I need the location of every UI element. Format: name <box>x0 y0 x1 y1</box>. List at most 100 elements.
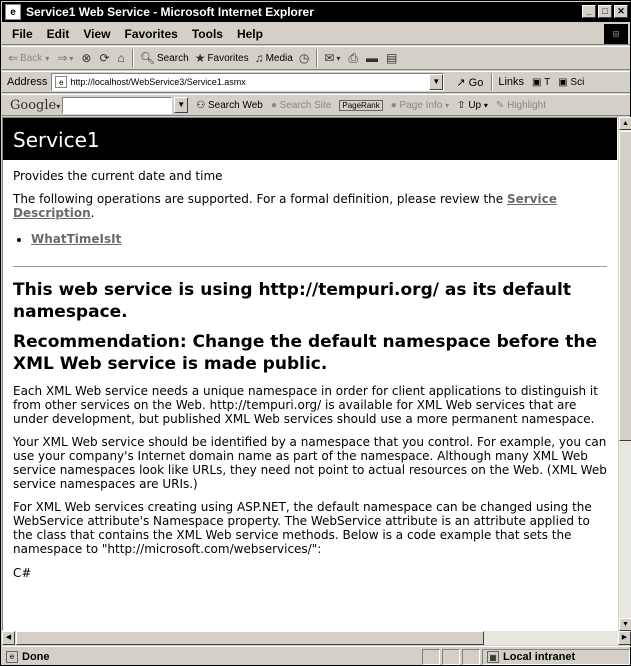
go-label: Go <box>468 76 484 89</box>
refresh-button[interactable]: ⟳ <box>99 48 111 68</box>
forward-arrow-icon: ⇒ <box>57 51 68 65</box>
address-url: http://localhost/WebService3/Service1.as… <box>70 77 246 87</box>
history-button[interactable]: ◷ <box>299 48 311 68</box>
intranet-icon: ▦ <box>487 651 499 663</box>
back-label: Back <box>20 52 43 64</box>
scroll-up-icon[interactable]: ▲ <box>619 117 631 130</box>
address-input[interactable]: e http://localhost/WebService3/Service1.… <box>51 73 445 91</box>
scroll-right-icon[interactable]: ▶ <box>618 631 631 645</box>
namespace-paragraph-3: For XML Web services creating using ASP.… <box>13 500 592 556</box>
ie-icon: e <box>5 4 21 20</box>
search-button[interactable]: 🔍︎ Search <box>140 48 189 68</box>
home-button[interactable]: ⌂ <box>118 48 127 68</box>
address-dropdown-icon[interactable]: ▼ <box>429 74 444 90</box>
menu-edit[interactable]: Edit <box>47 27 70 41</box>
edit-icon: ▬ <box>366 51 378 65</box>
menu-tools[interactable]: Tools <box>192 27 223 41</box>
maximize-button[interactable]: □ <box>598 5 612 18</box>
vertical-scrollbar[interactable]: ▲ ▼ <box>618 117 631 631</box>
page-icon: e <box>55 76 68 88</box>
close-button[interactable]: ✕ <box>614 5 628 18</box>
up-label: Up <box>468 99 482 111</box>
go-arrow-icon: ↗ <box>456 76 466 89</box>
favorites-icon: ★ <box>194 51 206 65</box>
status-pane <box>462 649 480 665</box>
scroll-left-icon[interactable]: ◀ <box>2 631 15 645</box>
windows-logo-icon: ⊞ <box>604 24 628 44</box>
highlight-label: Highlight <box>507 99 547 111</box>
operations-intro: The following operations are supported. … <box>13 192 607 220</box>
google-logo[interactable]: Google▾ <box>10 98 60 113</box>
page-done-icon: e <box>6 650 18 663</box>
refresh-icon: ⟳ <box>99 51 110 65</box>
operation-link-whattimeisit[interactable]: WhatTimeIsIt <box>31 232 121 246</box>
home-icon: ⌂ <box>117 51 125 65</box>
search-web-button[interactable]: ⚇ Search Web <box>196 100 263 111</box>
status-label: Done <box>22 650 50 663</box>
menu-view[interactable]: View <box>83 27 110 41</box>
operations-list: WhatTimeIsIt <box>31 232 607 246</box>
google-logo-text: Google <box>10 97 57 113</box>
page-content: Provides the current date and time The f… <box>3 169 617 580</box>
vertical-scroll-thumb[interactable] <box>619 131 631 441</box>
link-item-label: T <box>544 76 551 88</box>
standard-toolbar: ⇐ Back ▾ ⇒ ▾ ⊗ ⟳ ⌂ 🔍︎ Search ★ Favorites… <box>2 46 630 70</box>
status-bar: e Done ▦ Local intranet <box>2 646 631 666</box>
go-button[interactable]: ↗ Go <box>456 76 483 89</box>
link-item-t[interactable]: ▣ T <box>532 77 550 88</box>
highlight-button[interactable]: ✎ Highlight <box>496 100 546 111</box>
search-site-button[interactable]: ● Search Site <box>271 100 332 111</box>
stop-button[interactable]: ⊗ <box>81 48 93 68</box>
scroll-down-icon[interactable]: ▼ <box>619 618 631 631</box>
search-web-label: Search Web <box>207 99 263 111</box>
mail-button[interactable]: ✉ ▾ <box>324 48 342 68</box>
page-info-label: Page Info <box>399 99 443 111</box>
operations-intro-end: . <box>90 206 95 220</box>
google-toolbar: Google▾ ▼ ⚇ Search Web ● Search Site Pag… <box>2 94 630 116</box>
search-icon: 🔍︎ <box>139 51 155 65</box>
favorites-button[interactable]: ★ Favorites <box>195 48 249 68</box>
operations-intro-text: The following operations are supported. … <box>13 192 507 206</box>
discuss-icon: ▤ <box>386 51 398 65</box>
divider <box>13 266 607 267</box>
page-viewport[interactable]: Service1 Provides the current date and t… <box>2 117 618 631</box>
print-button[interactable]: ⎙ <box>348 48 360 68</box>
page-heading: Service1 <box>3 118 617 160</box>
back-button[interactable]: ⇐ Back ▾ <box>8 48 51 68</box>
status-pane <box>422 649 440 665</box>
edit-button[interactable]: ▬ <box>366 48 380 68</box>
search-site-label: Search Site <box>279 99 332 111</box>
forward-button[interactable]: ⇒ ▾ <box>57 48 75 68</box>
horizontal-scrollbar[interactable]: ◀ ▶ <box>2 631 631 645</box>
chevron-down-icon: ▾ <box>483 100 488 110</box>
title-bar[interactable]: e Service1 Web Service - Microsoft Inter… <box>2 2 630 22</box>
chevron-down-icon: ▾ <box>69 53 74 63</box>
history-icon: ◷ <box>298 51 310 65</box>
page-info-button[interactable]: ● Page Info ▾ <box>391 100 449 111</box>
chevron-down-icon: ▾ <box>56 101 61 111</box>
stop-icon: ⊗ <box>81 51 92 65</box>
recommendation-heading: Recommendation: Change the default names… <box>13 332 597 374</box>
google-search-input[interactable] <box>62 96 173 114</box>
window-title: Service1 Web Service - Microsoft Interne… <box>26 5 314 19</box>
search-label: Search <box>157 52 189 64</box>
service-description-text: Provides the current date and time <box>13 169 223 183</box>
up-folder-icon: ⇧ <box>457 99 466 111</box>
browser-window: e Service1 Web Service - Microsoft Inter… <box>0 0 631 666</box>
link-item-sci[interactable]: ▣ Sci <box>558 77 584 88</box>
discuss-button[interactable]: ▤ <box>386 48 399 68</box>
media-button[interactable]: ♫ Media <box>255 48 293 68</box>
links-label[interactable]: Links <box>498 76 524 88</box>
status-done: e Done <box>6 650 50 663</box>
minimize-button[interactable]: _ <box>582 5 596 18</box>
horizontal-scroll-thumb[interactable] <box>16 631 484 645</box>
google-search-dropdown-icon[interactable]: ▼ <box>174 97 189 113</box>
menu-favorites[interactable]: Favorites <box>124 27 177 41</box>
security-zone[interactable]: ▦ Local intranet <box>482 649 630 665</box>
search-site-icon: ● <box>270 99 277 111</box>
up-button[interactable]: ⇧ Up ▾ <box>457 100 488 111</box>
menu-file[interactable]: File <box>12 27 33 41</box>
namespace-paragraph-2: Your XML Web service should be identifie… <box>13 435 607 491</box>
menu-help[interactable]: Help <box>237 27 263 41</box>
list-item: WhatTimeIsIt <box>31 232 607 246</box>
